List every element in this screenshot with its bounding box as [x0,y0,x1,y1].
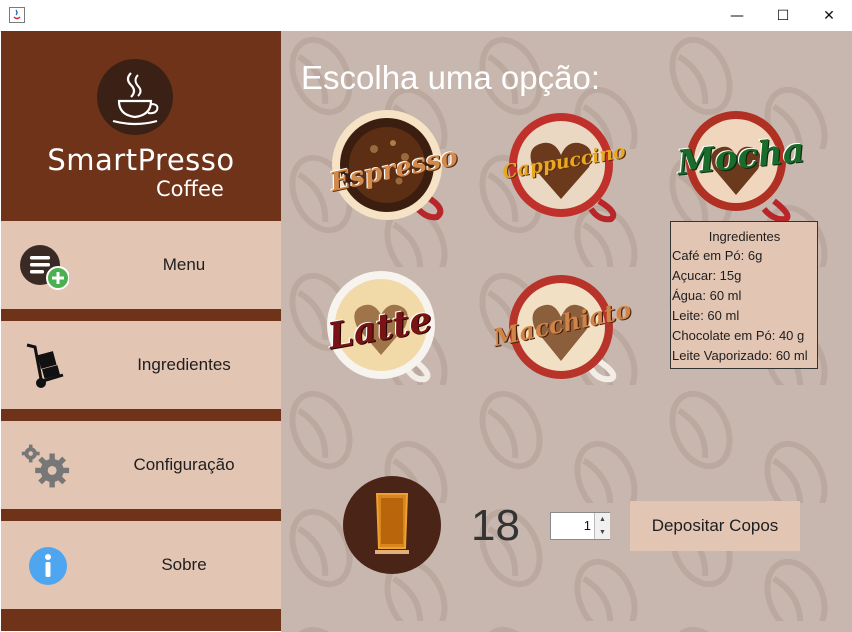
close-icon: ✕ [823,7,835,24]
deposit-cups-button[interactable]: Depositar Copos [630,501,800,551]
chevron-up-icon: ▲ [599,516,606,523]
minimize-button[interactable]: — [714,0,760,31]
sidebar-item-menu[interactable]: Menu [1,221,281,309]
close-button[interactable]: ✕ [806,0,852,31]
glass-icon [343,476,441,574]
menu-add-icon [20,245,69,290]
logo: SmartPresso Coffee [1,31,281,221]
java-app-icon [9,7,25,23]
sidebar-item-configuracao[interactable]: Configuração [1,421,281,509]
info-icon [29,547,67,585]
increment-button[interactable]: ▲ [594,513,610,527]
coffee-option-macchiato[interactable]: Macchiato [490,269,659,389]
decrement-button[interactable]: ▼ [594,526,610,539]
minimize-icon: — [730,7,744,24]
quantity-stepper[interactable]: 1 ▲ ▼ [550,512,610,540]
quantity-input[interactable]: 1 [551,513,593,539]
coffee-option-mocha[interactable]: Mocha [666,109,826,229]
tooltip-line: Café em Pó: 6g [672,248,763,263]
sidebar-item-label: Sobre [161,555,207,574]
page-title: Escolha uma opção: [301,59,601,96]
hand-truck-icon [26,343,64,388]
sidebar: SmartPresso Coffee Menu Ingredientes Con… [1,31,281,631]
tooltip-line: Leite Vaporizado: 60 ml [672,348,808,363]
tooltip-line: Açucar: 15g [672,268,742,283]
coffee-option-espresso[interactable]: Espresso [319,109,479,229]
coffee-option-cappuccino[interactable]: Cappuccino [499,109,659,229]
sidebar-item-ingredientes[interactable]: Ingredientes [1,321,281,409]
tooltip-line: Água: 60 ml [672,288,742,303]
cup-count: 18 [471,501,520,550]
main-content: Escolha uma opção: Espresso Cappuccino M… [281,31,852,632]
tooltip-line: Chocolate em Pó: 40 g [672,328,805,343]
logo-subtitle: Coffee [156,177,224,201]
maximize-icon: ☐ [776,7,790,24]
maximize-button[interactable]: ☐ [760,0,806,31]
window-titlebar: — ☐ ✕ [0,0,852,32]
logo-title: SmartPresso [47,143,235,177]
sidebar-item-label: Menu [162,255,206,274]
tooltip-title: Ingredientes [708,229,781,244]
ingredients-tooltip: Ingredientes Café em Pó: 6g Açucar: 15g … [670,221,818,369]
tooltip-line: Leite: 60 ml [672,308,740,323]
gears-icon [21,444,70,488]
coffee-option-latte[interactable]: Latte [319,269,479,389]
sidebar-item-sobre[interactable]: Sobre [1,521,281,609]
coffee-cup-logo-icon [97,59,173,135]
sidebar-item-label: Configuração [133,455,235,474]
sidebar-item-label: Ingredientes [137,355,231,374]
chevron-down-icon: ▼ [599,529,606,536]
